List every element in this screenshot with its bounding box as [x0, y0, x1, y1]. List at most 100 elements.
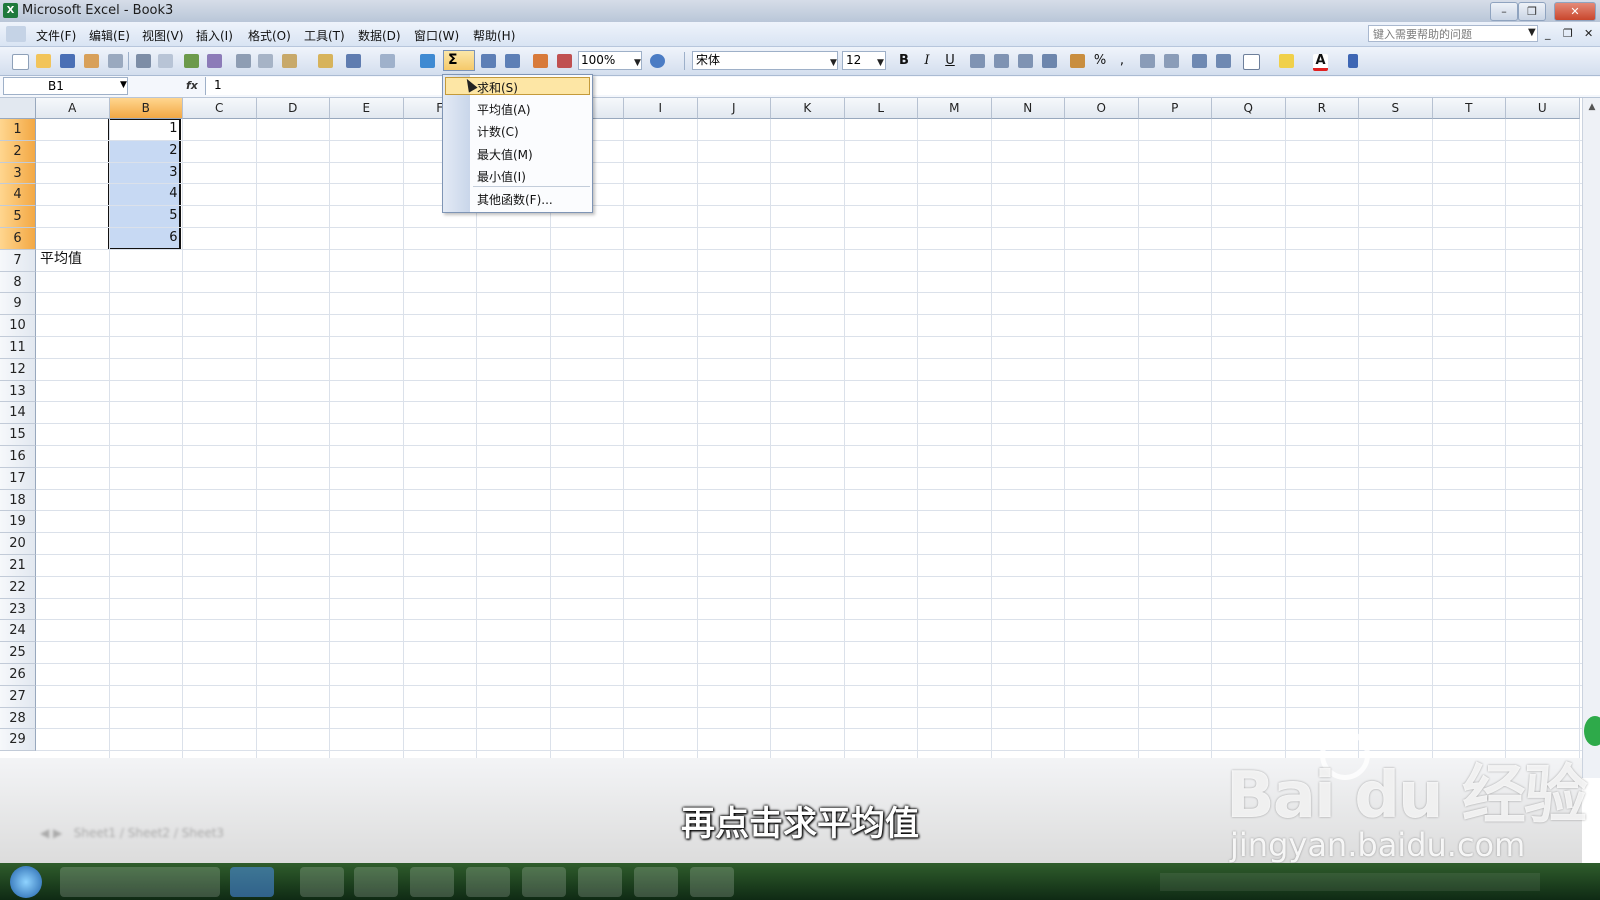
taskbar-item-app[interactable]: [354, 867, 398, 897]
row-header-5[interactable]: 5: [0, 206, 36, 228]
help-icon[interactable]: [650, 54, 665, 68]
menu-item-min[interactable]: 最小值(I): [477, 168, 526, 185]
taskbar-item-app[interactable]: [410, 867, 454, 897]
chevron-down-icon[interactable]: ▼: [877, 58, 884, 68]
increase-decimal-icon[interactable]: [1140, 54, 1155, 68]
borders-icon[interactable]: [1243, 54, 1260, 70]
row-header-15[interactable]: 15: [0, 424, 36, 446]
select-all-corner[interactable]: [0, 98, 36, 119]
row-header-26[interactable]: 26: [0, 664, 36, 686]
name-box[interactable]: B1: [3, 77, 128, 95]
autosum-button[interactable]: Σ: [443, 50, 475, 71]
permission-icon[interactable]: [84, 54, 99, 68]
row-header-11[interactable]: 11: [0, 337, 36, 359]
underline-button[interactable]: U: [942, 53, 958, 69]
start-button-icon[interactable]: [10, 866, 42, 898]
align-center-icon[interactable]: [994, 54, 1009, 68]
bold-button[interactable]: B: [896, 53, 912, 69]
menu-edit[interactable]: 编辑(E): [89, 27, 130, 44]
zoom-select[interactable]: 100%: [578, 51, 642, 70]
cell-b2[interactable]: 2: [112, 143, 177, 158]
restore-button[interactable]: ❐: [1518, 2, 1546, 21]
row-header-4[interactable]: 4: [0, 184, 36, 207]
column-header-b[interactable]: B: [109, 98, 183, 119]
column-header-q[interactable]: Q: [1212, 98, 1286, 119]
format-painter-icon[interactable]: [318, 54, 333, 68]
font-color-icon[interactable]: A: [1313, 54, 1328, 71]
cell-b1[interactable]: 1: [112, 121, 177, 136]
column-header-r[interactable]: R: [1285, 98, 1359, 119]
column-header-n[interactable]: N: [991, 98, 1065, 119]
excel-doc-icon[interactable]: [6, 26, 26, 42]
column-header-e[interactable]: E: [330, 98, 404, 119]
floating-widget-icon[interactable]: [1584, 716, 1600, 746]
close-button[interactable]: ✕: [1554, 2, 1596, 21]
row-header-7[interactable]: 7: [0, 249, 36, 272]
merge-center-icon[interactable]: [1042, 54, 1057, 68]
scroll-up-icon[interactable]: ▲: [1585, 102, 1599, 116]
column-header-u[interactable]: U: [1506, 98, 1580, 119]
taskbar-item-app[interactable]: [466, 867, 510, 897]
doc-close-icon[interactable]: ✕: [1584, 27, 1593, 40]
row-header-25[interactable]: 25: [0, 642, 36, 664]
cell-b4[interactable]: 4: [112, 186, 177, 201]
column-header-o[interactable]: O: [1065, 98, 1139, 119]
chart-wizard-icon[interactable]: [533, 54, 548, 68]
row-header-3[interactable]: 3: [0, 162, 36, 185]
increase-indent-icon[interactable]: [1216, 54, 1231, 68]
column-header-d[interactable]: D: [256, 98, 330, 119]
taskbar-item-app[interactable]: [634, 867, 678, 897]
row-header-28[interactable]: 28: [0, 707, 36, 730]
chevron-down-icon[interactable]: ▼: [634, 58, 641, 68]
fill-color-icon[interactable]: [1279, 54, 1294, 68]
chevron-down-icon[interactable]: ▼: [120, 80, 127, 90]
row-header-21[interactable]: 21: [0, 555, 36, 577]
row-header-23[interactable]: 23: [0, 598, 36, 621]
comma-button[interactable]: ,: [1114, 53, 1130, 69]
menu-insert[interactable]: 插入(I): [196, 27, 233, 44]
sort-ascending-icon[interactable]: [481, 54, 496, 68]
row-header-12[interactable]: 12: [0, 358, 36, 381]
row-header-17[interactable]: 17: [0, 467, 36, 490]
cell-a7[interactable]: 平均值: [40, 248, 82, 268]
row-header-8[interactable]: 8: [0, 271, 36, 294]
redo-icon[interactable]: [380, 54, 395, 68]
row-header-9[interactable]: 9: [0, 293, 36, 316]
research-icon[interactable]: [207, 54, 222, 68]
row-header-20[interactable]: 20: [0, 533, 36, 555]
paste-icon[interactable]: [282, 54, 297, 68]
menu-file[interactable]: 文件(F): [36, 27, 76, 44]
menu-item-sum[interactable]: 求和(S): [477, 79, 518, 96]
column-header-a[interactable]: A: [36, 98, 110, 119]
minimize-button[interactable]: –: [1490, 2, 1518, 21]
drawing-icon[interactable]: [557, 54, 572, 68]
menu-item-average[interactable]: 平均值(A): [477, 101, 531, 118]
decrease-indent-icon[interactable]: [1192, 54, 1207, 68]
column-header-t[interactable]: T: [1432, 98, 1506, 119]
cell-b6[interactable]: 6: [112, 230, 177, 245]
email-icon[interactable]: [108, 54, 123, 68]
doc-minimize-icon[interactable]: _: [1545, 27, 1551, 40]
column-header-p[interactable]: P: [1138, 98, 1212, 119]
taskbar-item-app[interactable]: [578, 867, 622, 897]
row-header-14[interactable]: 14: [0, 402, 36, 425]
menu-tools[interactable]: 工具(T): [304, 27, 345, 44]
copy-icon[interactable]: [258, 54, 273, 68]
sort-descending-icon[interactable]: [505, 54, 520, 68]
column-header-m[interactable]: M: [918, 98, 992, 119]
menu-help[interactable]: 帮助(H): [473, 27, 515, 44]
column-header-c[interactable]: C: [183, 98, 257, 119]
taskbar-item-app[interactable]: [522, 867, 566, 897]
formula-input[interactable]: 1: [205, 77, 1600, 95]
percent-button[interactable]: %: [1092, 53, 1108, 69]
font-name-select[interactable]: 宋体: [692, 51, 838, 70]
currency-icon[interactable]: [1070, 54, 1085, 68]
row-header-22[interactable]: 22: [0, 576, 36, 599]
row-header-1[interactable]: 1: [0, 119, 36, 141]
taskbar-item-app[interactable]: [690, 867, 734, 897]
new-icon[interactable]: [12, 54, 29, 70]
row-header-24[interactable]: 24: [0, 620, 36, 643]
column-header-i[interactable]: I: [624, 98, 698, 119]
spelling-icon[interactable]: [184, 54, 199, 68]
align-left-icon[interactable]: [970, 54, 985, 68]
